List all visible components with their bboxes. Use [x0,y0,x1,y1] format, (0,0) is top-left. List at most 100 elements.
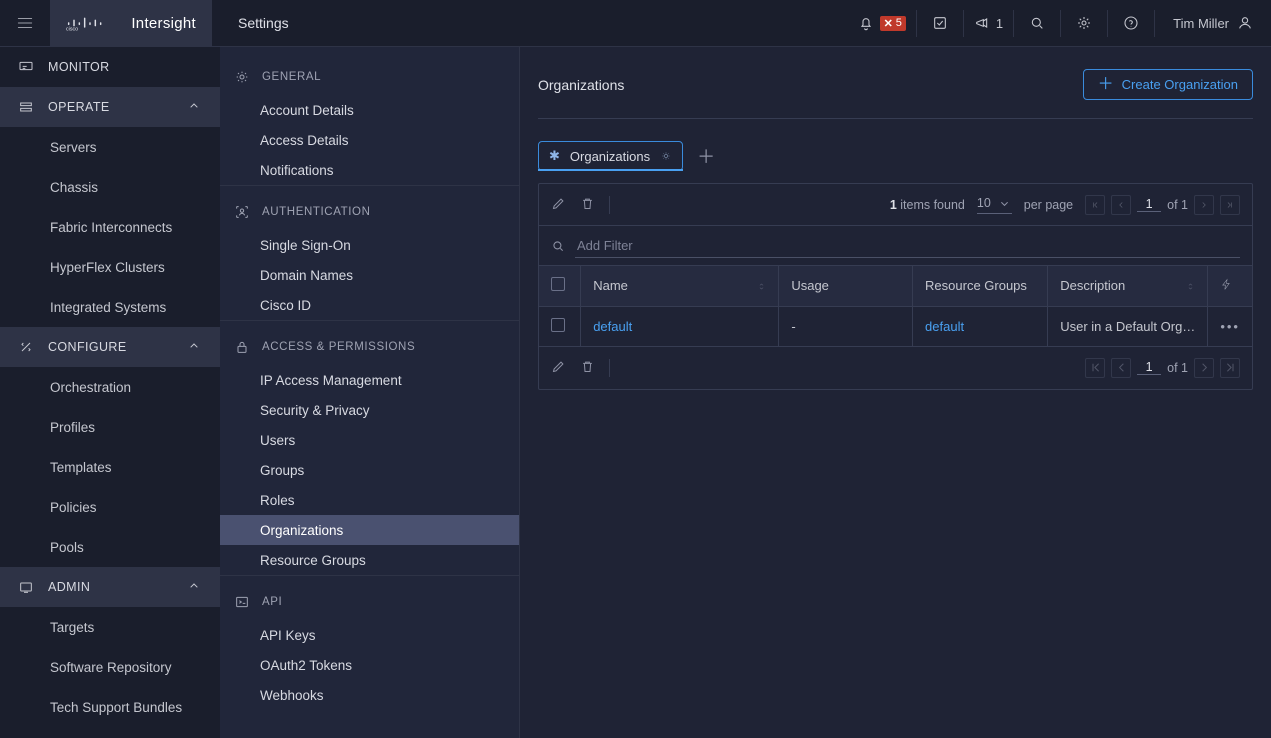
organizations-table: Name Usage Resource Groups Description d… [539,266,1252,347]
gear-small-icon[interactable] [660,150,672,162]
asterisk-icon: ✱ [549,148,560,164]
settings-nav: GENERAL Account Details Access Details N… [220,47,520,738]
pager-prev[interactable] [1111,195,1131,215]
search-button[interactable] [1014,0,1060,47]
tabs-row: ✱ Organizations ＋ [538,141,1253,171]
pager-next[interactable] [1194,195,1214,215]
col-resource-groups[interactable]: Resource Groups [913,266,1048,306]
table-container: 1 items found 10 per page of 1 [538,183,1253,390]
pager-next[interactable] [1194,358,1214,378]
table-toolbar-bottom: of 1 [539,347,1252,389]
settings-sso[interactable]: Single Sign-On [220,230,519,260]
nav-admin[interactable]: ADMIN [0,567,220,607]
page-input-top[interactable] [1137,197,1161,212]
settings-access-details[interactable]: Access Details [220,125,519,155]
filter-input[interactable] [575,234,1240,258]
nav-admin-targets[interactable]: Targets [0,607,220,647]
nav-admin-software[interactable]: Software Repository [0,647,220,687]
settings-users[interactable]: Users [220,425,519,455]
settings-cisco-id[interactable]: Cisco ID [220,290,519,320]
table-row[interactable]: default - default User in a Default Org…… [539,306,1252,346]
page-total-label: of 1 [1167,198,1188,212]
trash-icon [580,196,595,211]
select-all-checkbox[interactable] [551,277,565,291]
col-settings[interactable] [1208,266,1252,306]
row-checkbox[interactable] [551,318,565,332]
nav-configure-templates[interactable]: Templates [0,447,220,487]
nav-configure-policies[interactable]: Policies [0,487,220,527]
edit-button[interactable] [551,196,566,214]
chevron-up-icon [186,338,202,357]
nav-operate-chassis[interactable]: Chassis [0,167,220,207]
main-panel: Organizations ＋ Create Organization ✱ Or… [520,47,1271,738]
announcements-button[interactable]: 1 [964,0,1013,47]
user-icon [1237,15,1253,31]
nav-monitor[interactable]: MONITOR [0,47,220,87]
pager-last[interactable] [1220,195,1240,215]
col-description[interactable]: Description [1048,266,1208,306]
resource-group-link[interactable]: default [925,319,964,334]
settings-groups[interactable]: Groups [220,455,519,485]
tasks-button[interactable] [917,0,963,47]
search-icon [551,239,565,253]
bolt-icon [1220,278,1233,291]
delete-button[interactable] [580,359,595,377]
cell-usage: - [779,306,913,346]
nav-operate-servers[interactable]: Servers [0,127,220,167]
cisco-logo-icon: cisco [66,15,119,31]
top-right-controls: ✕ 5 1 Tim Miller [848,0,1271,47]
settings-security-privacy[interactable]: Security & Privacy [220,395,519,425]
nav-configure-profiles[interactable]: Profiles [0,407,220,447]
per-page-selector[interactable]: 10 [977,196,1012,214]
nav-operate-hyperflex[interactable]: HyperFlex Clusters [0,247,220,287]
settings-group-auth: AUTHENTICATION [220,185,519,230]
settings-account-details[interactable]: Account Details [220,95,519,125]
nav-configure-pools[interactable]: Pools [0,527,220,567]
settings-gear-button[interactable] [1061,0,1107,47]
pager-first[interactable] [1085,195,1105,215]
user-menu[interactable]: Tim Miller [1155,0,1271,47]
tab-organizations[interactable]: ✱ Organizations [538,141,683,171]
hamburger-menu[interactable] [0,0,50,47]
settings-api-keys[interactable]: API Keys [220,620,519,650]
settings-organizations[interactable]: Organizations [220,515,519,545]
settings-oauth2[interactable]: OAuth2 Tokens [220,650,519,680]
row-actions-menu[interactable]: ••• [1220,319,1240,334]
settings-roles[interactable]: Roles [220,485,519,515]
org-name-link[interactable]: default [593,319,632,334]
add-tab-button[interactable]: ＋ [693,143,719,169]
main-header: Organizations ＋ Create Organization [538,69,1253,119]
nav-admin-tech[interactable]: Tech Support Bundles [0,687,220,727]
edit-button[interactable] [551,359,566,377]
tools-icon [18,339,34,355]
settings-group-access: ACCESS & PERMISSIONS [220,320,519,365]
gear-icon [1076,15,1092,31]
create-organization-button[interactable]: ＋ Create Organization [1083,69,1253,100]
pager-last[interactable] [1220,358,1240,378]
nav-configure[interactable]: CONFIGURE [0,327,220,367]
brand[interactable]: cisco Intersight [50,0,212,47]
servers-icon [18,99,34,115]
settings-webhooks[interactable]: Webhooks [220,680,519,710]
page-input-bottom[interactable] [1137,360,1161,375]
nav-configure-orchestration[interactable]: Orchestration [0,367,220,407]
delete-button[interactable] [580,196,595,214]
settings-ip-access[interactable]: IP Access Management [220,365,519,395]
alarms-button[interactable]: ✕ 5 [848,0,916,47]
settings-resource-groups[interactable]: Resource Groups [220,545,519,575]
nav-operate-integrated[interactable]: Integrated Systems [0,287,220,327]
lock-icon [234,339,250,355]
settings-domain-names[interactable]: Domain Names [220,260,519,290]
col-usage[interactable]: Usage [779,266,913,306]
pager-prev[interactable] [1111,358,1131,378]
settings-notifications[interactable]: Notifications [220,155,519,185]
page-title: Organizations [538,77,624,93]
settings-group-general: GENERAL [220,47,519,95]
pager-first[interactable] [1085,358,1105,378]
primary-nav: MONITOR OPERATE Servers Chassis Fabric I… [0,47,220,738]
col-name[interactable]: Name [581,266,779,306]
nav-operate[interactable]: OPERATE [0,87,220,127]
help-button[interactable] [1108,0,1154,47]
admin-icon [18,579,34,595]
nav-operate-fabric[interactable]: Fabric Interconnects [0,207,220,247]
